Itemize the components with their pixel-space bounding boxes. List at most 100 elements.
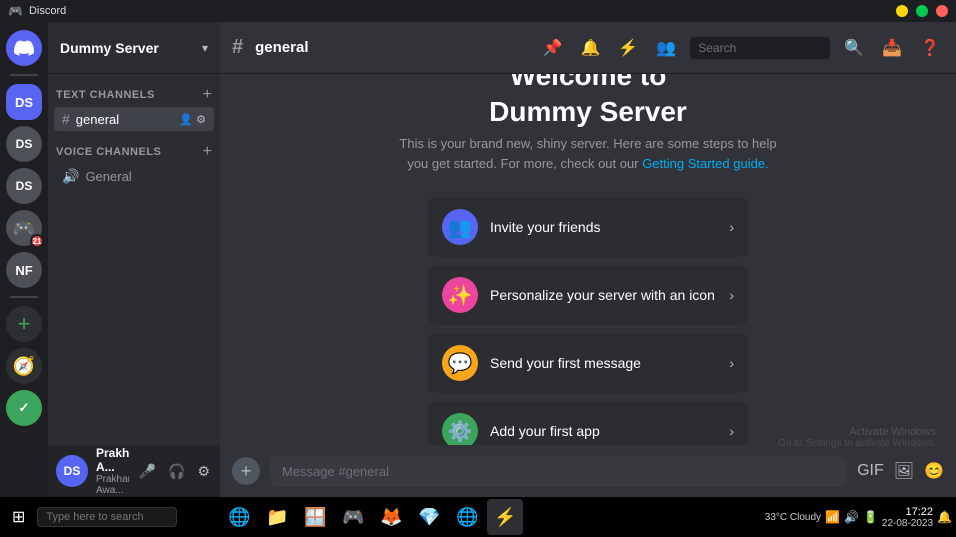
user-settings-panel-icon[interactable]: ⚙ bbox=[195, 461, 212, 482]
server-icon-discord-home[interactable] bbox=[6, 30, 42, 66]
taskbar-app-store[interactable]: 🪟 bbox=[297, 499, 333, 535]
discord-icon: 🎮 bbox=[8, 4, 23, 18]
taskbar-battery-icon[interactable]: 🔋 bbox=[863, 510, 878, 524]
send-message-icon: 💬 bbox=[442, 345, 478, 381]
maximize-button[interactable]: □ bbox=[916, 5, 928, 17]
server-icon-ds2[interactable]: DS bbox=[6, 126, 42, 162]
taskbar-network-icon[interactable]: 📶 bbox=[825, 510, 840, 524]
add-app-icon: ⚙️ bbox=[442, 413, 478, 445]
server-header[interactable]: Dummy Server ▾ bbox=[48, 22, 220, 74]
channel-settings-icon[interactable]: ⚙ bbox=[196, 113, 206, 126]
server-icon-nf[interactable]: NF bbox=[6, 252, 42, 288]
channel-sidebar: Dummy Server ▾ TEXT CHANNELS + # general… bbox=[48, 22, 220, 497]
taskbar-volume-icon[interactable]: 🔊 bbox=[844, 510, 859, 524]
add-text-channel-button[interactable]: + bbox=[203, 86, 212, 104]
taskbar-notification-icon[interactable]: 🔔 bbox=[937, 510, 952, 524]
topbar: # general 📌 🔔 ⚡ 👥 🔍 📥 ❓ bbox=[220, 22, 956, 74]
action-send-message-label: Send your first message bbox=[490, 355, 717, 371]
welcome-title-line2: Dummy Server bbox=[489, 96, 687, 127]
add-app-arrow-icon: › bbox=[729, 423, 734, 439]
microphone-icon[interactable]: 🎤 bbox=[137, 461, 158, 482]
invite-arrow-icon: › bbox=[729, 219, 734, 235]
voice-channels-category: VOICE CHANNELS + bbox=[48, 139, 220, 163]
app-container: DS DS DS 🎮 21 NF + 🧭 ✓ Dummy Server ▾ TE… bbox=[0, 22, 956, 497]
titlebar-left: 🎮 Discord bbox=[8, 4, 66, 18]
server-list: DS DS DS 🎮 21 NF + 🧭 ✓ bbox=[0, 22, 48, 497]
threads-icon[interactable]: 📌 bbox=[543, 38, 563, 58]
voice-channel-icon: 🔊 bbox=[62, 168, 79, 185]
taskbar-app-chrome[interactable]: 🌐 bbox=[449, 499, 485, 535]
titlebar-title: Discord bbox=[29, 5, 66, 17]
channel-item-general-voice[interactable]: 🔊 General bbox=[54, 164, 214, 189]
message-add-button[interactable]: + bbox=[232, 457, 260, 485]
server-icon-verified[interactable]: ✓ bbox=[6, 390, 42, 426]
close-button[interactable]: ✕ bbox=[936, 5, 948, 17]
server-icon-ds3[interactable]: DS bbox=[6, 168, 42, 204]
welcome-title-line1: Welcome to bbox=[510, 74, 667, 91]
taskbar-start: ⊞ bbox=[4, 503, 177, 531]
headset-icon[interactable]: 🎧 bbox=[166, 461, 187, 482]
members-icon[interactable]: 👥 bbox=[656, 38, 676, 58]
activities-icon[interactable]: ⚡ bbox=[618, 38, 638, 58]
taskbar-app-edge[interactable]: 🌐 bbox=[221, 499, 257, 535]
sticker-icon[interactable]: 🖼 bbox=[894, 461, 914, 481]
taskbar-search-input[interactable] bbox=[37, 507, 177, 527]
user-name: Prakhar A... bbox=[96, 446, 129, 474]
server-icon-dummy-server[interactable]: DS bbox=[6, 84, 42, 120]
topbar-channel-name: general bbox=[255, 39, 308, 56]
search-input[interactable] bbox=[690, 37, 830, 59]
user-settings-icon[interactable]: 👤 bbox=[179, 113, 193, 126]
server-name: Dummy Server bbox=[60, 40, 159, 56]
add-server-button[interactable]: + bbox=[6, 306, 42, 342]
text-channels-category: TEXT CHANNELS + bbox=[48, 82, 220, 106]
taskbar-clock[interactable]: 17:22 22-08-2023 bbox=[882, 506, 933, 529]
server-separator-2 bbox=[10, 296, 38, 298]
taskbar-date: 22-08-2023 bbox=[882, 518, 933, 529]
taskbar-app-vscode[interactable]: 💎 bbox=[411, 499, 447, 535]
taskbar-app-discord[interactable]: ⚡ bbox=[487, 499, 523, 535]
channel-name-general-voice: General bbox=[85, 169, 206, 184]
user-status: Prakhar Awa... bbox=[96, 474, 129, 496]
action-invite-label: Invite your friends bbox=[490, 219, 717, 235]
notifications-icon[interactable]: 🔔 bbox=[580, 38, 600, 58]
minimize-button[interactable]: — bbox=[896, 5, 908, 17]
message-input[interactable] bbox=[270, 456, 847, 487]
user-avatar[interactable]: DS bbox=[56, 455, 88, 487]
action-card-invite[interactable]: 👥 Invite your friends › bbox=[428, 197, 748, 257]
help-icon[interactable]: ❓ bbox=[920, 38, 940, 58]
personalize-arrow-icon: › bbox=[729, 287, 734, 303]
inbox-icon[interactable]: 📥 bbox=[882, 38, 902, 58]
taskbar-app-widgets[interactable]: ⊞ bbox=[183, 499, 219, 535]
explore-button[interactable]: 🧭 bbox=[6, 348, 42, 384]
search-icon[interactable]: 🔍 bbox=[844, 38, 864, 58]
titlebar-controls: — □ ✕ bbox=[896, 5, 948, 17]
gif-icon[interactable]: GIF bbox=[857, 462, 884, 480]
getting-started-link[interactable]: Getting Started guide. bbox=[642, 156, 768, 171]
taskbar-app-unknown[interactable]: 🎮 bbox=[335, 499, 371, 535]
main-content: # general 📌 🔔 ⚡ 👥 🔍 📥 ❓ Welcome to Dummy… bbox=[220, 22, 956, 497]
action-card-personalize[interactable]: ✨ Personalize your server with an icon › bbox=[428, 265, 748, 325]
action-cards: 👥 Invite your friends › ✨ Personalize yo… bbox=[428, 197, 748, 445]
text-channel-icon: # bbox=[62, 111, 70, 127]
user-info: Prakhar A... Prakhar Awa... bbox=[96, 446, 129, 496]
welcome-subtitle: This is your brand new, shiny server. He… bbox=[398, 134, 778, 173]
action-card-add-app[interactable]: ⚙️ Add your first app › bbox=[428, 401, 748, 445]
channel-item-general[interactable]: # general 👤 ⚙ bbox=[54, 107, 214, 131]
personalize-icon: ✨ bbox=[442, 277, 478, 313]
server-separator bbox=[10, 74, 38, 76]
taskbar-time: 17:22 bbox=[882, 506, 933, 518]
server-icon-notification[interactable]: 🎮 21 bbox=[6, 210, 42, 246]
voice-channels-label[interactable]: VOICE CHANNELS bbox=[56, 146, 161, 158]
send-message-arrow-icon: › bbox=[729, 355, 734, 371]
notification-badge: 21 bbox=[30, 234, 44, 248]
add-voice-channel-button[interactable]: + bbox=[203, 143, 212, 161]
taskbar-app-firefox[interactable]: 🦊 bbox=[373, 499, 409, 535]
start-button[interactable]: ⊞ bbox=[4, 503, 33, 531]
message-bar: + GIF 🖼 😊 bbox=[220, 445, 956, 497]
welcome-area: Welcome to Dummy Server This is your bra… bbox=[220, 74, 956, 445]
text-channels-label[interactable]: TEXT CHANNELS bbox=[56, 89, 155, 101]
user-panel: DS Prakhar A... Prakhar Awa... 🎤 🎧 ⚙ bbox=[48, 445, 220, 497]
taskbar-app-explorer[interactable]: 📁 bbox=[259, 499, 295, 535]
action-card-send-message[interactable]: 💬 Send your first message › bbox=[428, 333, 748, 393]
emoji-icon[interactable]: 😊 bbox=[924, 461, 944, 481]
